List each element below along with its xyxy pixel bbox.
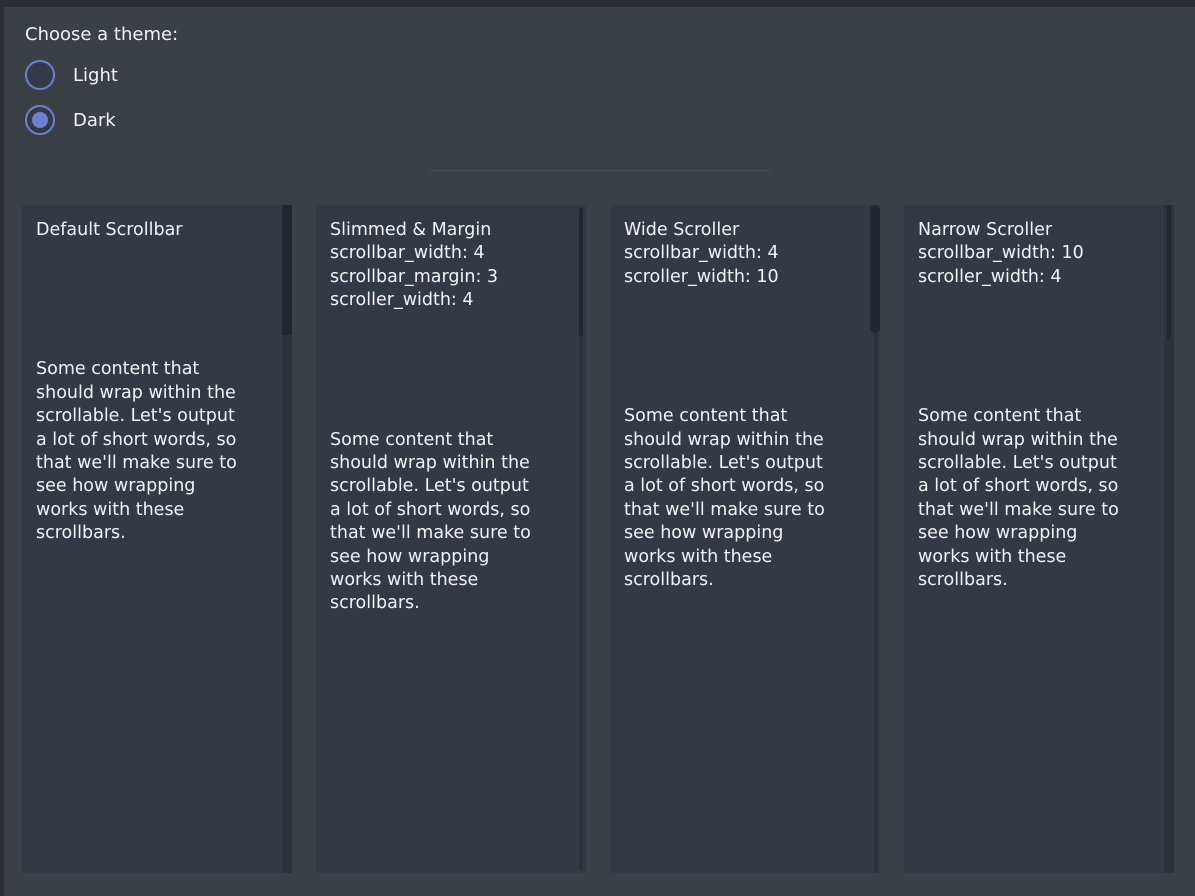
radio-label-dark[interactable]: Dark <box>73 110 116 131</box>
radio-circle-light[interactable] <box>25 60 55 90</box>
radio-circle-dark[interactable] <box>25 105 55 135</box>
panel-title: Narrow Scroller <box>918 219 1160 242</box>
panel-body-text: Some content that should wrap within the… <box>36 358 278 545</box>
scrollbar-thumb[interactable] <box>282 205 292 335</box>
radio-label-light[interactable]: Light <box>73 65 118 86</box>
panel-body-text: Some content that should wrap within the… <box>624 405 866 592</box>
panel-param: scrollbar_width: 10 <box>918 242 1160 265</box>
scrollbar-thumb[interactable] <box>870 205 880 333</box>
section-divider <box>430 170 770 171</box>
panel-spacer <box>36 242 278 358</box>
panel-title: Default Scrollbar <box>36 219 278 242</box>
panel-spacer <box>918 289 1160 405</box>
panel-param: scroller_width: 4 <box>330 289 572 312</box>
radio-option-light[interactable]: Light <box>25 60 118 90</box>
panel-param: scroller_width: 4 <box>918 266 1160 289</box>
panel-param: scrollbar_width: 4 <box>330 242 572 265</box>
panel-body-text: Some content that should wrap within the… <box>918 405 1160 592</box>
panel-body-text: Some content that should wrap within the… <box>330 429 572 616</box>
scrollbar-thumb[interactable] <box>1167 205 1171 340</box>
app-window: { "theme_chooser": { "label": "Choose a … <box>0 0 1195 896</box>
panel-title: Slimmed & Margin <box>330 219 572 242</box>
panel-spacer <box>330 313 572 429</box>
radio-option-dark[interactable]: Dark <box>25 105 116 135</box>
panel-param: scrollbar_margin: 3 <box>330 266 572 289</box>
theme-chooser-label: Choose a theme: <box>25 24 178 46</box>
window-border-top <box>0 0 1195 7</box>
panel-spacer <box>624 289 866 405</box>
scroll-panel-wide-scroller[interactable]: Wide Scroller scrollbar_width: 4 scrolle… <box>610 205 880 873</box>
window-border-left <box>0 0 4 896</box>
scroll-panel-narrow-scroller[interactable]: Narrow Scroller scrollbar_width: 10 scro… <box>904 205 1174 873</box>
scroll-panel-slimmed-margin[interactable]: Slimmed & Margin scrollbar_width: 4 scro… <box>316 205 586 873</box>
panel-param: scroller_width: 10 <box>624 266 866 289</box>
radio-selected-dot <box>32 112 48 128</box>
panel-param: scrollbar_width: 4 <box>624 242 866 265</box>
scrollbar-thumb[interactable] <box>579 208 583 336</box>
scroll-panel-default[interactable]: Default Scrollbar Some content that shou… <box>22 205 292 873</box>
panel-title: Wide Scroller <box>624 219 866 242</box>
